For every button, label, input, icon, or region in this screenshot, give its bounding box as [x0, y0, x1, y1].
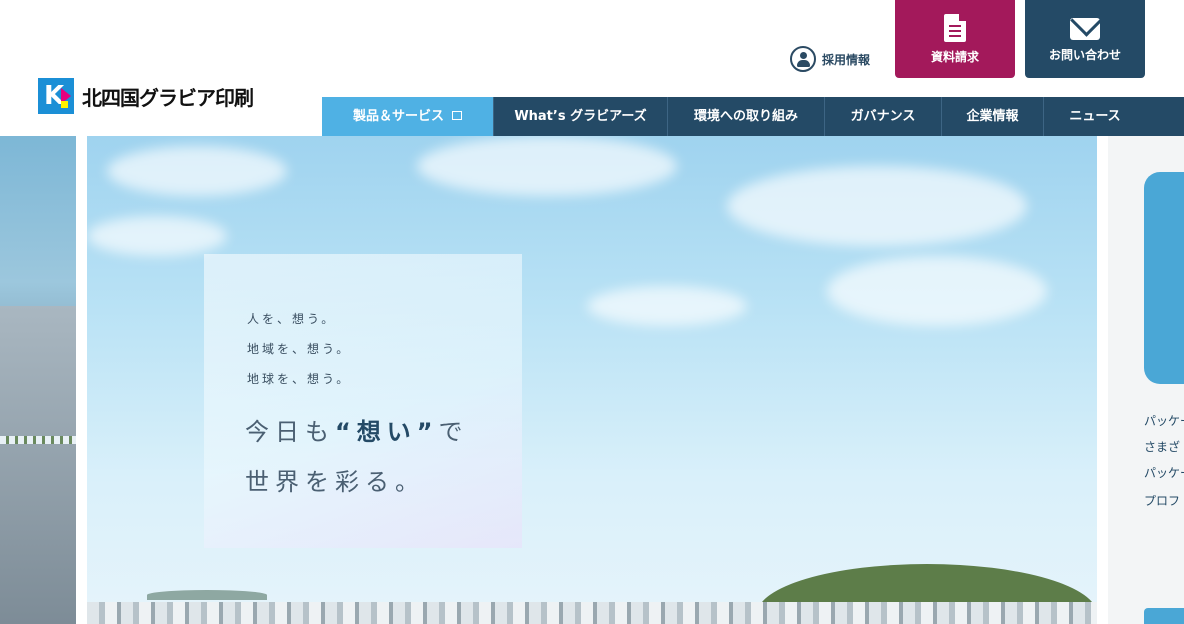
- global-nav: 製品＆サービス What’s グラビアーズ 環境への取り組み ガバナンス 企業情…: [322, 97, 1184, 136]
- nav-item-environment[interactable]: 環境への取り組み: [668, 97, 825, 136]
- side-text-1: パッケー: [1144, 414, 1184, 428]
- side-text-3: パッケー: [1144, 466, 1184, 480]
- window-icon: [452, 111, 462, 120]
- mail-icon: [1070, 18, 1100, 40]
- side-text-2: さまざ: [1144, 440, 1181, 454]
- site-header: K 北四国グラビア印刷 採用情報 資料請求 お問い合わせ 製品＆サービス Wha…: [0, 0, 1184, 136]
- recruit-label: 採用情報: [822, 52, 871, 67]
- hero-message-card: 人を、想う。 地域を、想う。 地球を、想う。 今日も“想い”で 世界を彩る。: [204, 254, 522, 548]
- hero-line-2: 地域を、想う。: [247, 342, 352, 356]
- nav-item-governance[interactable]: ガバナンス: [825, 97, 942, 136]
- hero-line-3: 地球を、想う。: [247, 372, 352, 386]
- recruit-link[interactable]: 採用情報: [790, 46, 870, 72]
- nav-item-products[interactable]: 製品＆サービス: [322, 97, 494, 136]
- contact-label: お問い合わせ: [1048, 48, 1121, 62]
- hero-line-1: 人を、想う。: [247, 312, 337, 326]
- side-more-button[interactable]: [1144, 608, 1184, 624]
- site-logo[interactable]: K 北四国グラビア印刷: [38, 78, 254, 114]
- hero-prev-slide[interactable]: [0, 136, 76, 624]
- user-icon: [790, 46, 816, 72]
- document-icon: [944, 14, 966, 42]
- side-panel: パッケー さまざ パッケー プロフ: [1108, 136, 1184, 624]
- side-text-4: プロフ: [1144, 494, 1181, 508]
- nav-item-whats-gravures[interactable]: What’s グラビアーズ: [494, 97, 668, 136]
- nav-item-news[interactable]: ニュース: [1044, 97, 1146, 136]
- hero-slide: 人を、想う。 地域を、想う。 地球を、想う。 今日も“想い”で 世界を彩る。: [87, 136, 1097, 624]
- contact-button[interactable]: お問い合わせ: [1025, 0, 1145, 78]
- hero-headline-1: 今日も“想い”で: [245, 418, 469, 446]
- document-request-button[interactable]: 資料請求: [895, 0, 1015, 78]
- nav-item-company[interactable]: 企業情報: [942, 97, 1044, 136]
- logo-text: 北四国グラビア印刷: [82, 85, 254, 110]
- hero-headline-2: 世界を彩る。: [245, 468, 425, 496]
- logo-mark-icon: K: [38, 78, 74, 114]
- side-feature-card[interactable]: [1144, 172, 1184, 384]
- document-request-label: 資料請求: [930, 50, 979, 64]
